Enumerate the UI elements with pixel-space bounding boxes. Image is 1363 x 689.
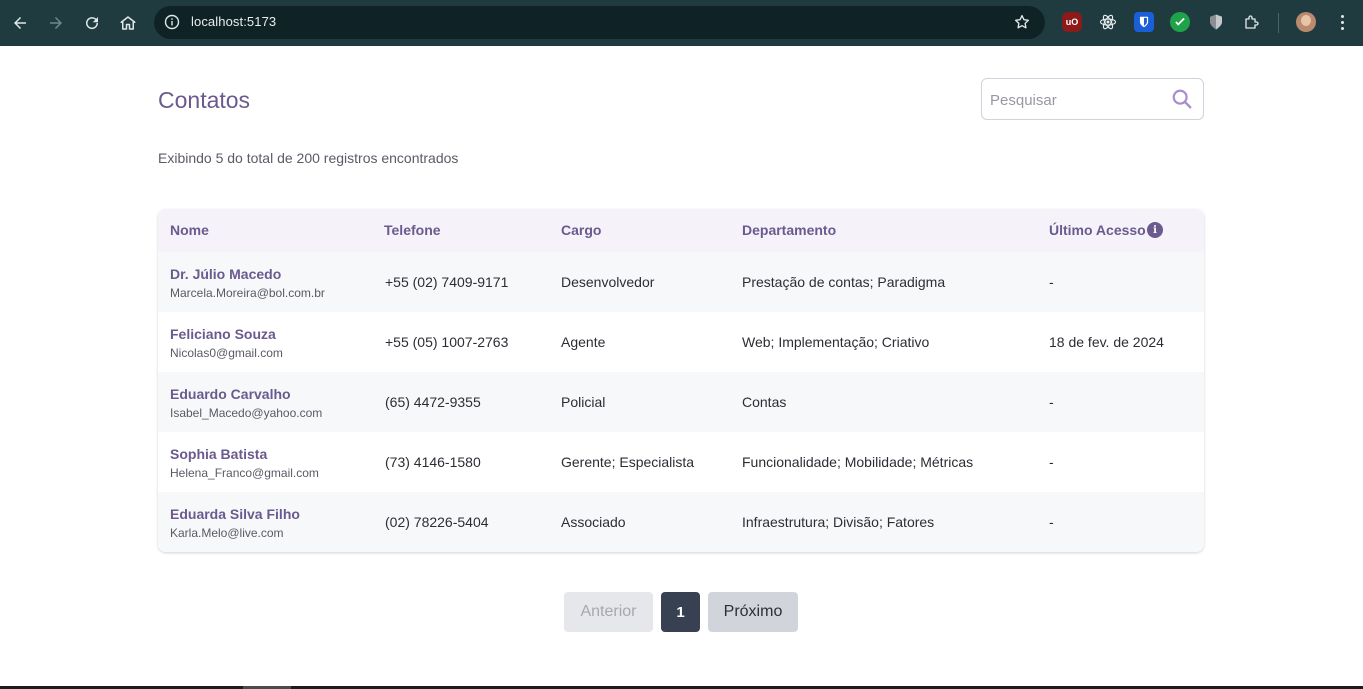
page-title: Contatos [158, 87, 251, 113]
header-last-access[interactable]: Último Acesso [1049, 222, 1146, 238]
search-icon[interactable] [1171, 88, 1193, 110]
contact-name[interactable]: Dr. Júlio Macedo [170, 266, 281, 282]
browser-toolbar: localhost:5173 uO [0, 0, 1363, 46]
contact-name[interactable]: Sophia Batista [170, 446, 267, 462]
contact-role: Associado [561, 514, 626, 530]
results-count: Exibindo 5 do total de 200 registros enc… [158, 150, 459, 166]
contact-phone: +55 (05) 1007-2763 [385, 334, 509, 350]
contacts-table: Nome Telefone Cargo Departamento Último … [158, 209, 1204, 552]
address-bar[interactable]: localhost:5173 [154, 6, 1045, 39]
header-department[interactable]: Departamento [742, 222, 836, 238]
profile-avatar[interactable] [1296, 12, 1316, 32]
contact-name[interactable]: Eduarda Silva Filho [170, 506, 300, 522]
toolbar-divider [1278, 13, 1279, 33]
contact-name[interactable]: Feliciano Souza [170, 326, 276, 342]
contact-role: Agente [561, 334, 606, 350]
back-icon[interactable] [8, 11, 32, 35]
forward-icon[interactable] [44, 11, 68, 35]
contact-last-access: - [1049, 274, 1054, 290]
contact-department: Prestação de contas; Paradigma [742, 274, 946, 290]
next-page-button[interactable]: Próximo [708, 592, 798, 632]
contact-phone: (02) 78226-5404 [385, 514, 489, 530]
header-name[interactable]: Nome [170, 222, 209, 238]
table-row[interactable]: Eduarda Silva Filho Karla.Melo@live.com … [158, 492, 1204, 552]
check-extension-icon[interactable] [1170, 12, 1190, 32]
table-header: Nome Telefone Cargo Departamento Último … [158, 209, 1204, 252]
search-input[interactable] [990, 89, 1160, 111]
search-box[interactable] [981, 78, 1204, 120]
contact-email: Nicolas0@gmail.com [170, 346, 283, 360]
puzzle-icon[interactable] [1242, 12, 1262, 32]
contact-role: Gerente; Especialista [561, 454, 695, 470]
table-row[interactable]: Eduardo Carvalho Isabel_Macedo@yahoo.com… [158, 372, 1204, 432]
contact-last-access: - [1049, 454, 1054, 470]
bookmark-star-icon[interactable] [1013, 13, 1031, 31]
contact-department: Web; Implementação; Criativo [742, 334, 930, 350]
shield-extension-icon[interactable] [1206, 12, 1226, 32]
home-icon[interactable] [116, 11, 140, 35]
contact-email: Karla.Melo@live.com [170, 526, 284, 540]
contact-department: Funcionalidade; Mobilidade; Métricas [742, 454, 974, 470]
contact-phone: (65) 4472-9355 [385, 394, 481, 410]
contact-phone: +55 (02) 7409-9171 [385, 274, 509, 290]
contact-name[interactable]: Eduardo Carvalho [170, 386, 291, 402]
contact-department: Contas [742, 394, 787, 410]
site-info-icon[interactable] [164, 14, 180, 30]
contact-phone: (73) 4146-1580 [385, 454, 481, 470]
contact-email: Helena_Franco@gmail.com [170, 466, 319, 480]
contact-department: Infraestrutura; Divisão; Fatores [742, 514, 935, 530]
info-icon[interactable]: i [1147, 222, 1163, 238]
kebab-menu-icon[interactable] [1334, 12, 1350, 32]
contact-last-access: 18 de fev. de 2024 [1049, 334, 1164, 350]
table-row[interactable]: Feliciano Souza Nicolas0@gmail.com +55 (… [158, 312, 1204, 372]
contact-role: Desenvolvedor [561, 274, 655, 290]
ublock-label: uO [1065, 17, 1079, 27]
contact-role: Policial [561, 394, 606, 410]
reload-icon[interactable] [80, 11, 104, 35]
page-1-button[interactable]: 1 [661, 592, 700, 632]
contact-email: Isabel_Macedo@yahoo.com [170, 406, 323, 420]
ublock-icon[interactable]: uO [1062, 12, 1082, 32]
contact-last-access: - [1049, 394, 1054, 410]
previous-page-button[interactable]: Anterior [564, 592, 653, 632]
header-phone[interactable]: Telefone [384, 222, 441, 238]
contact-email: Marcela.Moreira@bol.com.br [170, 286, 325, 300]
contact-last-access: - [1049, 514, 1054, 530]
url-text[interactable]: localhost:5173 [191, 14, 276, 29]
table-row[interactable]: Dr. Júlio Macedo Marcela.Moreira@bol.com… [158, 252, 1204, 312]
header-role[interactable]: Cargo [561, 222, 601, 238]
table-row[interactable]: Sophia Batista Helena_Franco@gmail.com (… [158, 432, 1204, 492]
react-devtools-icon[interactable] [1098, 12, 1118, 32]
bitwarden-icon[interactable] [1134, 12, 1154, 32]
